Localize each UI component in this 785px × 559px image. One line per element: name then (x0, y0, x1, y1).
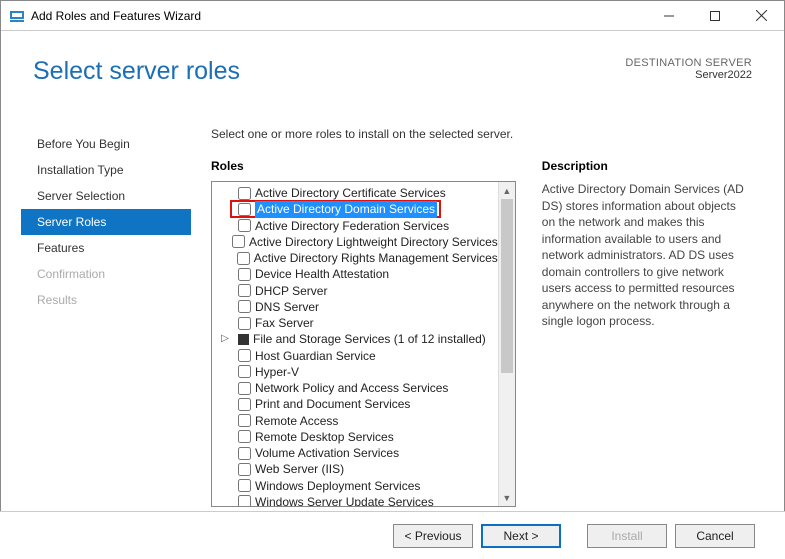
role-item[interactable]: Active Directory Certificate Services (218, 185, 498, 201)
role-label: Remote Access (255, 413, 338, 429)
role-checkbox[interactable] (238, 349, 251, 362)
role-checkbox[interactable] (232, 235, 245, 248)
nav-item-server-selection[interactable]: Server Selection (21, 183, 191, 209)
role-checkbox[interactable] (238, 365, 251, 378)
role-item[interactable]: Web Server (IIS) (218, 461, 498, 477)
close-button[interactable] (738, 1, 784, 31)
role-label: Active Directory Lightweight Directory S… (249, 234, 498, 250)
destination-label: DESTINATION SERVER (625, 57, 752, 69)
role-checkbox[interactable] (238, 284, 251, 297)
previous-button[interactable]: < Previous (393, 524, 473, 548)
role-item[interactable]: Active Directory Rights Management Servi… (218, 250, 498, 266)
role-label: Active Directory Federation Services (255, 218, 449, 234)
expand-icon[interactable]: ▷ (220, 331, 230, 347)
role-item[interactable]: Network Policy and Access Services (218, 380, 498, 396)
role-item[interactable]: DHCP Server (218, 283, 498, 299)
role-label: Hyper-V (255, 364, 299, 380)
scroll-down-button[interactable]: ▼ (499, 489, 515, 506)
role-label: Windows Deployment Services (255, 478, 420, 494)
footer: < Previous Next > Install Cancel (0, 511, 785, 559)
role-item[interactable]: Windows Server Update Services (218, 494, 498, 506)
role-item[interactable]: Print and Document Services (218, 396, 498, 412)
titlebar: Add Roles and Features Wizard (1, 1, 784, 31)
maximize-button[interactable] (692, 1, 738, 31)
scroll-up-button[interactable]: ▲ (499, 182, 515, 199)
role-checkbox[interactable] (238, 203, 251, 216)
role-checkbox[interactable] (238, 187, 251, 200)
scroll-track[interactable] (499, 199, 515, 489)
role-item[interactable]: Active Directory Lightweight Directory S… (218, 234, 498, 250)
window-title: Add Roles and Features Wizard (31, 9, 646, 23)
roles-listbox: Active Directory Certificate ServicesAct… (211, 181, 516, 507)
role-label: Print and Document Services (255, 396, 410, 412)
role-checkbox[interactable] (238, 219, 251, 232)
install-button[interactable]: Install (587, 524, 667, 548)
role-item[interactable]: Windows Deployment Services (218, 478, 498, 494)
cancel-button[interactable]: Cancel (675, 524, 755, 548)
instruction-text: Select one or more roles to install on t… (211, 127, 752, 141)
role-highlight: Active Directory Domain Services (230, 200, 441, 218)
role-checkbox[interactable] (238, 479, 251, 492)
page-title: Select server roles (33, 57, 240, 86)
role-label: Web Server (IIS) (255, 461, 344, 477)
role-checkbox[interactable] (238, 398, 251, 411)
role-label: File and Storage Services (1 of 12 insta… (253, 331, 486, 347)
role-item[interactable]: Active Directory Federation Services (218, 218, 498, 234)
role-checkbox[interactable] (238, 382, 251, 395)
scroll-thumb[interactable] (501, 199, 513, 373)
role-checkbox[interactable] (238, 447, 251, 460)
role-item[interactable]: Active Directory Domain Services (218, 201, 498, 217)
nav-item-features[interactable]: Features (21, 235, 191, 261)
role-label: DNS Server (255, 299, 319, 315)
role-checkbox[interactable] (238, 317, 251, 330)
role-label: Device Health Attestation (255, 266, 389, 282)
role-label: Volume Activation Services (255, 445, 399, 461)
roles-heading: Roles (211, 159, 516, 173)
role-label: Active Directory Certificate Services (255, 185, 446, 201)
role-label: Remote Desktop Services (255, 429, 394, 445)
description-heading: Description (542, 159, 752, 173)
server-manager-icon (9, 8, 25, 24)
nav-item-installation-type[interactable]: Installation Type (21, 157, 191, 183)
nav-item-confirmation: Confirmation (21, 261, 191, 287)
role-checkbox[interactable] (238, 430, 251, 443)
role-item[interactable]: Remote Desktop Services (218, 429, 498, 445)
role-checkbox[interactable] (238, 463, 251, 476)
role-label: Active Directory Rights Management Servi… (254, 250, 498, 266)
role-item[interactable]: DNS Server (218, 299, 498, 315)
role-label: DHCP Server (255, 283, 327, 299)
content-area: Select server roles DESTINATION SERVER S… (1, 31, 784, 510)
role-label: Fax Server (255, 315, 314, 331)
role-checkbox[interactable] (238, 495, 251, 506)
nav-item-before-you-begin[interactable]: Before You Begin (21, 131, 191, 157)
nav-item-results: Results (21, 287, 191, 313)
role-item[interactable]: Device Health Attestation (218, 266, 498, 282)
role-checkbox[interactable] (238, 300, 251, 313)
role-item[interactable]: Host Guardian Service (218, 348, 498, 364)
role-label: Active Directory Domain Services (255, 201, 437, 217)
role-item[interactable]: Hyper-V (218, 364, 498, 380)
destination-server-block: DESTINATION SERVER Server2022 (625, 57, 752, 81)
role-checkbox-partial[interactable] (238, 334, 249, 345)
role-checkbox[interactable] (238, 414, 251, 427)
next-button[interactable]: Next > (481, 524, 561, 548)
nav-item-server-roles[interactable]: Server Roles (21, 209, 191, 235)
role-label: Host Guardian Service (255, 348, 376, 364)
role-item[interactable]: Remote Access (218, 413, 498, 429)
roles-scrollbar[interactable]: ▲ ▼ (498, 182, 515, 506)
destination-name: Server2022 (625, 69, 752, 81)
main-panel: Select one or more roles to install on t… (211, 127, 752, 500)
role-item[interactable]: Volume Activation Services (218, 445, 498, 461)
role-label: Windows Server Update Services (255, 494, 434, 506)
wizard-nav: Before You BeginInstallation TypeServer … (21, 131, 191, 313)
role-item[interactable]: Fax Server (218, 315, 498, 331)
role-checkbox[interactable] (238, 268, 251, 281)
description-text: Active Directory Domain Services (AD DS)… (542, 181, 752, 330)
role-label: Network Policy and Access Services (255, 380, 448, 396)
role-checkbox[interactable] (237, 252, 250, 265)
role-item[interactable]: ▷ File and Storage Services (1 of 12 inst… (218, 331, 498, 347)
minimize-button[interactable] (646, 1, 692, 31)
